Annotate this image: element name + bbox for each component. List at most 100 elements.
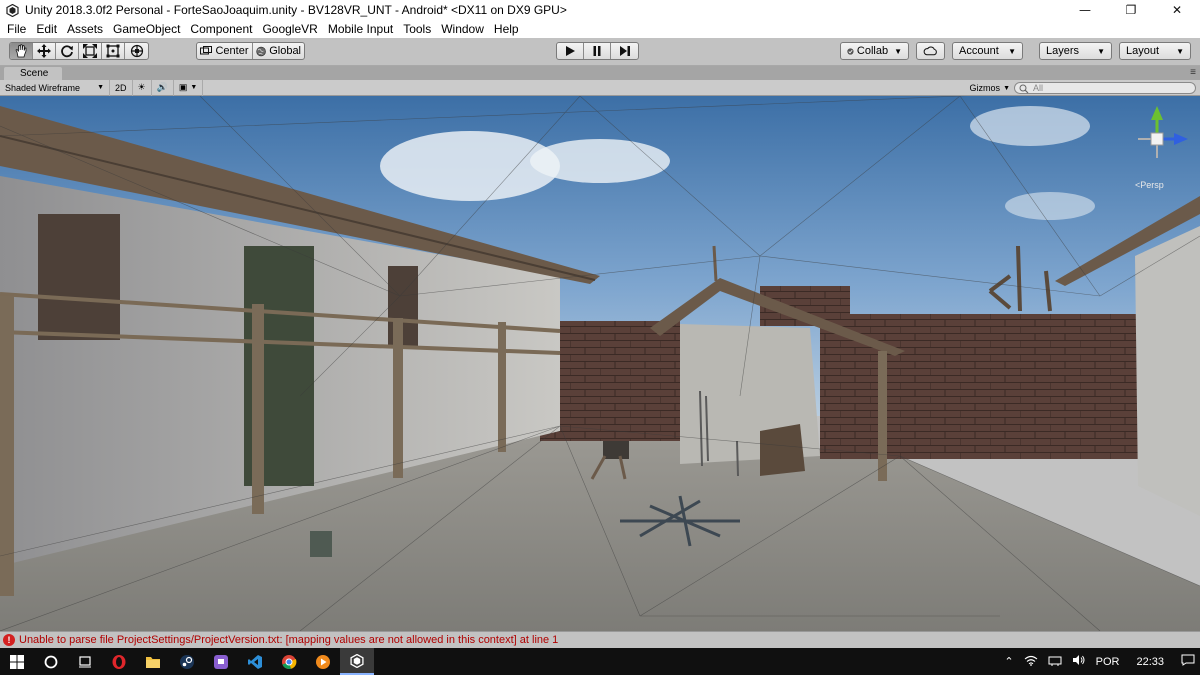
layers-label: Layers <box>1046 45 1080 57</box>
search-placeholder: All <box>1033 83 1044 93</box>
rect-tool-button[interactable] <box>102 43 125 59</box>
language-indicator[interactable]: POR <box>1091 656 1125 668</box>
action-center-icon[interactable] <box>1176 654 1200 669</box>
play-button[interactable] <box>557 43 584 59</box>
close-button[interactable]: ✕ <box>1154 0 1200 20</box>
rect-transform-icon <box>106 44 120 58</box>
maximize-button[interactable]: ❐ <box>1108 0 1154 20</box>
step-button[interactable] <box>611 43 638 59</box>
cortana-button[interactable] <box>34 648 68 675</box>
lighting-toggle[interactable]: ☀ <box>133 79 152 96</box>
step-icon <box>619 46 630 56</box>
taskbar-file-explorer[interactable] <box>136 648 170 675</box>
console-status-bar[interactable]: ! Unable to parse file ProjectSettings/P… <box>0 631 1200 648</box>
menu-assets[interactable]: Assets <box>62 22 108 36</box>
clock[interactable]: 22:33 <box>1124 656 1176 668</box>
audio-toggle[interactable]: 🔊 <box>152 79 174 96</box>
menu-edit[interactable]: Edit <box>31 22 62 36</box>
account-dropdown[interactable]: Account ▼ <box>952 42 1023 60</box>
unity-logo-icon <box>5 3 19 17</box>
hand-tool-button[interactable] <box>10 43 33 59</box>
scale-icon <box>83 44 97 58</box>
menu-file[interactable]: File <box>2 22 31 36</box>
cortana-circle-icon <box>44 655 58 668</box>
vscode-icon <box>248 654 262 669</box>
system-tray: ⌃ POR 22:33 <box>999 648 1200 675</box>
minimize-button[interactable]: — <box>1062 0 1108 20</box>
scene-viewport[interactable]: <Persp <box>0 96 1200 631</box>
scale-tool-button[interactable] <box>79 43 102 59</box>
taskbar-opera[interactable] <box>102 648 136 675</box>
pivot-center-toggle[interactable]: Center <box>197 43 253 59</box>
cloud-services-button[interactable] <box>916 42 945 60</box>
effects-dropdown[interactable]: ▣ ▼ <box>174 79 204 96</box>
scene-search-input[interactable]: All <box>1014 82 1196 94</box>
menu-gameobject[interactable]: GameObject <box>108 22 185 36</box>
task-view-button[interactable] <box>68 648 102 675</box>
layers-dropdown[interactable]: Layers ▼ <box>1039 42 1112 60</box>
scene-tab-strip: Scene ≡ <box>0 66 1200 80</box>
rotate-icon <box>61 45 73 58</box>
network-icon[interactable] <box>1043 655 1067 669</box>
main-toolbar: Center Global Collab ▼ Account ▼ Layers … <box>0 38 1200 66</box>
wifi-icon[interactable] <box>1019 655 1043 669</box>
menu-googlevr[interactable]: GoogleVR <box>257 22 322 36</box>
menu-component[interactable]: Component <box>185 22 257 36</box>
window-title: Unity 2018.3.0f2 Personal - ForteSaoJoaq… <box>25 3 567 17</box>
menu-help[interactable]: Help <box>489 22 524 36</box>
pivot-toggles: Center Global <box>196 42 305 60</box>
hand-icon <box>15 44 27 58</box>
unity-logo-icon <box>350 653 364 668</box>
sun-icon: ☀ <box>137 82 146 92</box>
space-label: Global <box>269 45 301 57</box>
taskbar-steam[interactable] <box>170 648 204 675</box>
play-icon <box>566 46 575 56</box>
start-button[interactable] <box>0 648 34 675</box>
taskbar-vscode[interactable] <box>238 648 272 675</box>
rotate-tool-button[interactable] <box>56 43 79 59</box>
pivot-icon <box>200 46 213 55</box>
layout-dropdown[interactable]: Layout ▼ <box>1119 42 1191 60</box>
dropdown-arrow-icon: ▼ <box>894 46 902 56</box>
folder-icon <box>146 656 160 668</box>
scene-view-toolbar: Shaded Wireframe ▼ 2D ☀ 🔊 ▣ ▼ Gizmos ▼ Al… <box>0 79 1200 96</box>
shading-mode-label: Shaded Wireframe <box>5 82 81 93</box>
collab-label: Collab <box>856 45 889 57</box>
persp-label[interactable]: <Persp <box>1135 180 1164 190</box>
dropdown-arrow-icon: ▼ <box>1097 46 1105 56</box>
gizmos-dropdown[interactable]: Gizmos ▼ <box>970 80 1010 96</box>
cloud-icon <box>923 46 937 56</box>
taskbar-twitch[interactable] <box>204 648 238 675</box>
taskbar-media-player[interactable] <box>306 648 340 675</box>
title-bar: Unity 2018.3.0f2 Personal - ForteSaoJoaq… <box>0 0 1200 20</box>
search-icon <box>1019 84 1029 94</box>
taskbar-unity[interactable] <box>340 648 374 675</box>
menu-window[interactable]: Window <box>436 22 489 36</box>
transform-tool-button[interactable] <box>125 43 148 59</box>
menu-mobile-input[interactable]: Mobile Input <box>323 22 398 36</box>
volume-icon[interactable] <box>1067 654 1091 669</box>
taskbar-chrome[interactable] <box>272 648 306 675</box>
2d-label: 2D <box>115 82 127 93</box>
pause-button[interactable] <box>584 43 611 59</box>
pivot-label: Center <box>215 45 249 57</box>
transform-icon <box>130 44 143 58</box>
playmode-controls <box>556 42 639 60</box>
move-tool-button[interactable] <box>33 43 56 59</box>
dropdown-arrow-icon: ▼ <box>190 84 198 91</box>
pause-icon <box>593 46 601 56</box>
menu-tools[interactable]: Tools <box>398 22 436 36</box>
space-global-toggle[interactable]: Global <box>253 43 304 59</box>
scene-tab[interactable]: Scene <box>4 67 62 80</box>
tab-menu-icon[interactable]: ≡ <box>1190 67 1196 78</box>
move-arrows-icon <box>37 44 51 58</box>
collab-dropdown[interactable]: Collab ▼ <box>840 42 909 60</box>
show-hidden-icons-button[interactable]: ⌃ <box>999 655 1018 668</box>
2d-toggle[interactable]: 2D <box>110 79 133 96</box>
console-error-message[interactable]: Unable to parse file ProjectSettings/Pro… <box>19 634 558 646</box>
dropdown-arrow-icon: ▼ <box>97 84 104 91</box>
globe-icon <box>256 46 266 56</box>
shading-mode-dropdown[interactable]: Shaded Wireframe ▼ <box>0 79 110 96</box>
layout-label: Layout <box>1126 45 1160 57</box>
transform-tools <box>9 42 149 60</box>
